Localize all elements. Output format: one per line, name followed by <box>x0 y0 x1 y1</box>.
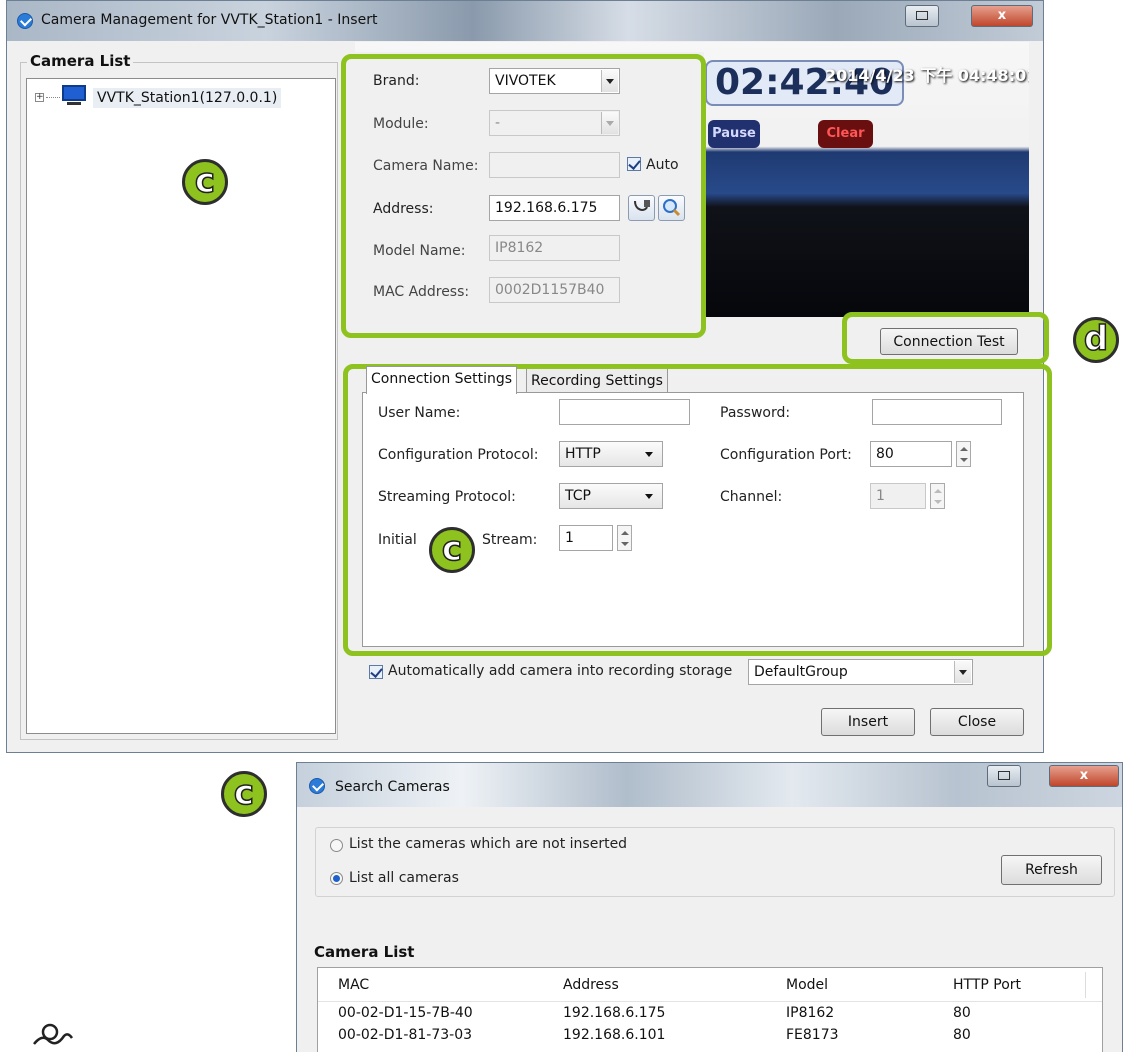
highlight-connection-settings <box>343 364 1052 656</box>
radio-all-cameras[interactable] <box>330 872 343 885</box>
insert-button[interactable]: Insert <box>821 708 915 736</box>
search-camera-list-legend: Camera List <box>314 943 415 961</box>
column-header-address[interactable]: Address <box>563 977 619 993</box>
restore-button[interactable] <box>987 765 1021 787</box>
tab-connection-settings[interactable]: Connection Settings <box>366 366 518 394</box>
auto-add-checkbox[interactable] <box>369 665 383 679</box>
restore-button[interactable] <box>905 5 939 27</box>
close-window-button[interactable]: x <box>1049 765 1119 787</box>
radio-all-cameras-label: List all cameras <box>349 870 459 886</box>
cell-model: IP8162 <box>786 1005 835 1021</box>
camera-results-table[interactable]: MAC Address Model HTTP Port 00-02-D1-15-… <box>317 967 1103 1052</box>
preview-timestamp: 2014/4/23 下午 04:48:01 <box>825 66 1029 85</box>
cell-http-port: 80 <box>953 1005 971 1021</box>
highlight-camera-info <box>341 54 706 338</box>
annotation-badge-c: c <box>182 159 228 205</box>
highlight-connection-test <box>842 312 1049 364</box>
tree-item-station[interactable]: VVTK_Station1(127.0.0.1) <box>93 88 282 108</box>
cell-address: 192.168.6.175 <box>563 1005 666 1021</box>
radio-not-inserted[interactable] <box>330 839 343 852</box>
radio-not-inserted-label: List the cameras which are not inserted <box>349 836 628 852</box>
table-row[interactable]: 00-02-D1-15-7B-40 192.168.6.175 IP8162 8… <box>318 1003 1102 1025</box>
table-header: MAC Address Model HTTP Port <box>318 968 1102 1002</box>
cell-mac: 00-02-D1-15-7B-40 <box>338 1005 473 1021</box>
chevron-down-icon <box>954 661 971 683</box>
annotation-badge-d: d <box>1073 317 1119 363</box>
logo-mark-icon <box>33 1023 74 1045</box>
column-header-http-port[interactable]: HTTP Port <box>953 977 1021 993</box>
column-header-mac[interactable]: MAC <box>338 977 369 993</box>
camera-list-legend: Camera List <box>27 52 134 70</box>
camera-tree[interactable]: + VVTK_Station1(127.0.0.1) <box>26 78 336 734</box>
restore-icon <box>998 771 1010 780</box>
close-icon: x <box>1079 768 1089 783</box>
annotation-badge-c: c <box>221 771 267 817</box>
table-row[interactable]: 00-02-D1-81-73-03 192.168.6.101 FE8173 8… <box>318 1025 1102 1047</box>
close-icon: x <box>997 8 1007 23</box>
restore-icon <box>916 11 928 20</box>
annotation-badge-c: c <box>429 527 475 573</box>
preview-clear-sign: Clear <box>818 120 873 148</box>
app-icon <box>17 13 33 29</box>
refresh-button[interactable]: Refresh <box>1001 855 1102 885</box>
search-title-bar[interactable]: Search Cameras x <box>297 763 1122 807</box>
preview-pause-sign: Pause <box>708 120 760 148</box>
tree-connector <box>46 97 60 98</box>
auto-add-label: Automatically add camera into recording … <box>388 663 733 679</box>
search-cameras-window: Search Cameras x List the cameras which … <box>296 762 1123 1052</box>
tree-expand-icon[interactable]: + <box>35 93 44 102</box>
title-bar[interactable]: Camera Management for VVTK_Station1 - In… <box>7 1 1043 41</box>
search-window-title: Search Cameras <box>335 779 450 795</box>
column-divider <box>1085 972 1086 998</box>
storage-group-select[interactable]: DefaultGroup <box>748 659 973 685</box>
cell-http-port: 80 <box>953 1027 971 1043</box>
cell-model: FE8173 <box>786 1027 839 1043</box>
close-window-button[interactable]: x <box>971 5 1033 27</box>
app-icon <box>309 778 325 794</box>
column-header-model[interactable]: Model <box>786 977 828 993</box>
close-button[interactable]: Close <box>930 708 1024 736</box>
cell-mac: 00-02-D1-81-73-03 <box>338 1027 473 1043</box>
cell-address: 192.168.6.101 <box>563 1027 666 1043</box>
window-title: Camera Management for VVTK_Station1 - In… <box>41 12 378 28</box>
computer-icon <box>61 84 87 106</box>
storage-group-value: DefaultGroup <box>754 664 848 680</box>
